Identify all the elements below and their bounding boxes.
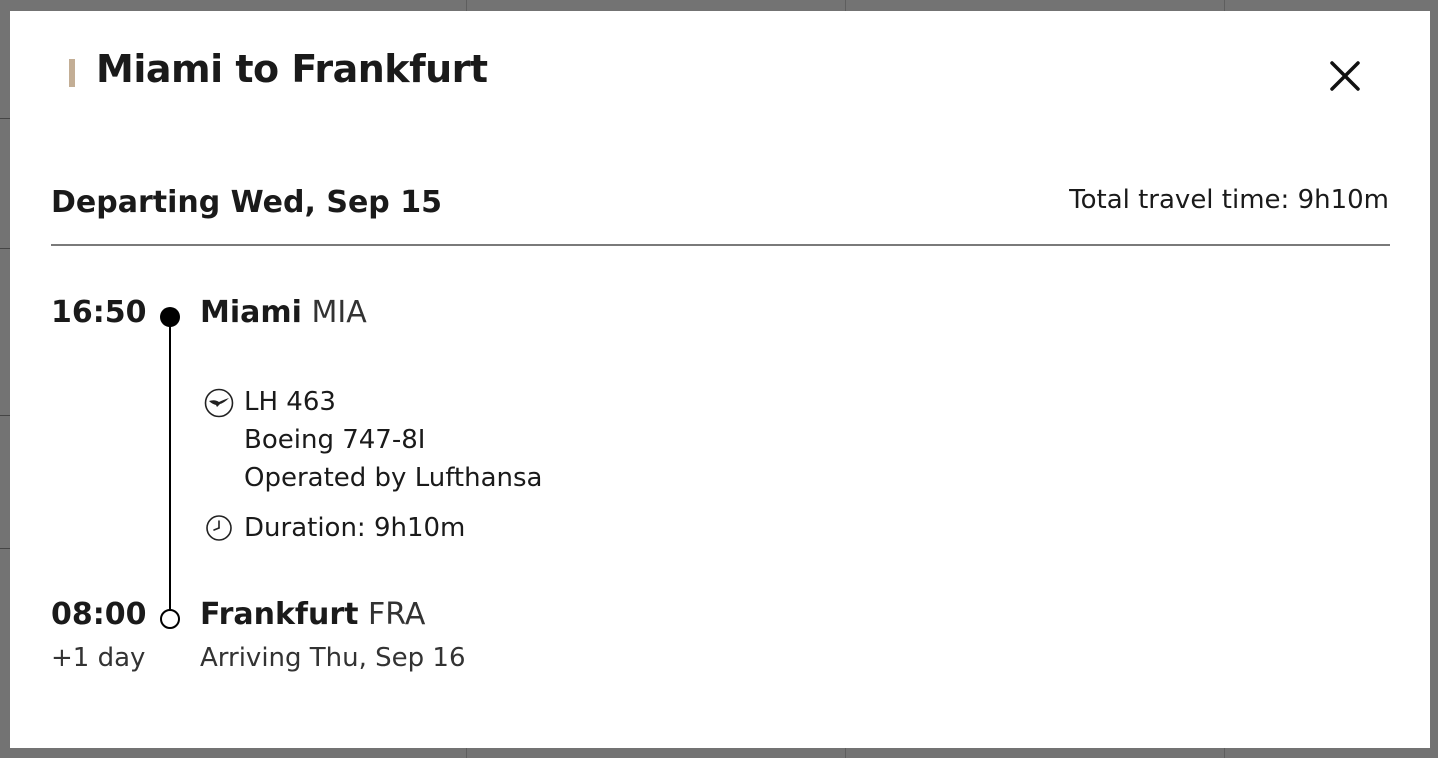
arrival-station: Frankfurt FRA [200,597,425,632]
arrival-day-offset: +1 day [51,643,146,673]
timeline-line [169,316,171,618]
flight-details-modal: Miami to Frankfurt Departing Wed, Sep 15… [10,11,1430,748]
departure-time: 16:50 [51,295,147,330]
lufthansa-crane-icon [204,388,234,418]
arrival-city: Frankfurt [200,597,359,632]
departing-date: Departing Wed, Sep 15 [51,185,442,220]
aircraft-type: Boeing 747-8I [244,425,426,455]
title-accent-bar [69,59,75,87]
departure-station: Miami MIA [200,295,367,330]
modal-title: Miami to Frankfurt [96,47,488,91]
departure-city: Miami [200,295,302,330]
header-divider [51,244,1390,246]
operator: Operated by Lufthansa [244,463,543,493]
flight-number: LH 463 [244,387,336,417]
flight-info: LH 463 Boeing 747-8I Operated by Lufthan… [244,383,542,497]
arrival-date: Arriving Thu, Sep 16 [200,643,466,673]
arrival-dot [160,609,180,629]
flight-duration: Duration: 9h10m [244,513,466,543]
clock-icon [206,515,232,541]
arrival-code: FRA [368,597,426,632]
total-travel-time: Total travel time: 9h10m [1069,185,1389,215]
departure-code: MIA [311,295,367,330]
close-button[interactable] [1326,57,1364,95]
close-icon [1330,61,1360,91]
arrival-time: 08:00 [51,597,147,632]
